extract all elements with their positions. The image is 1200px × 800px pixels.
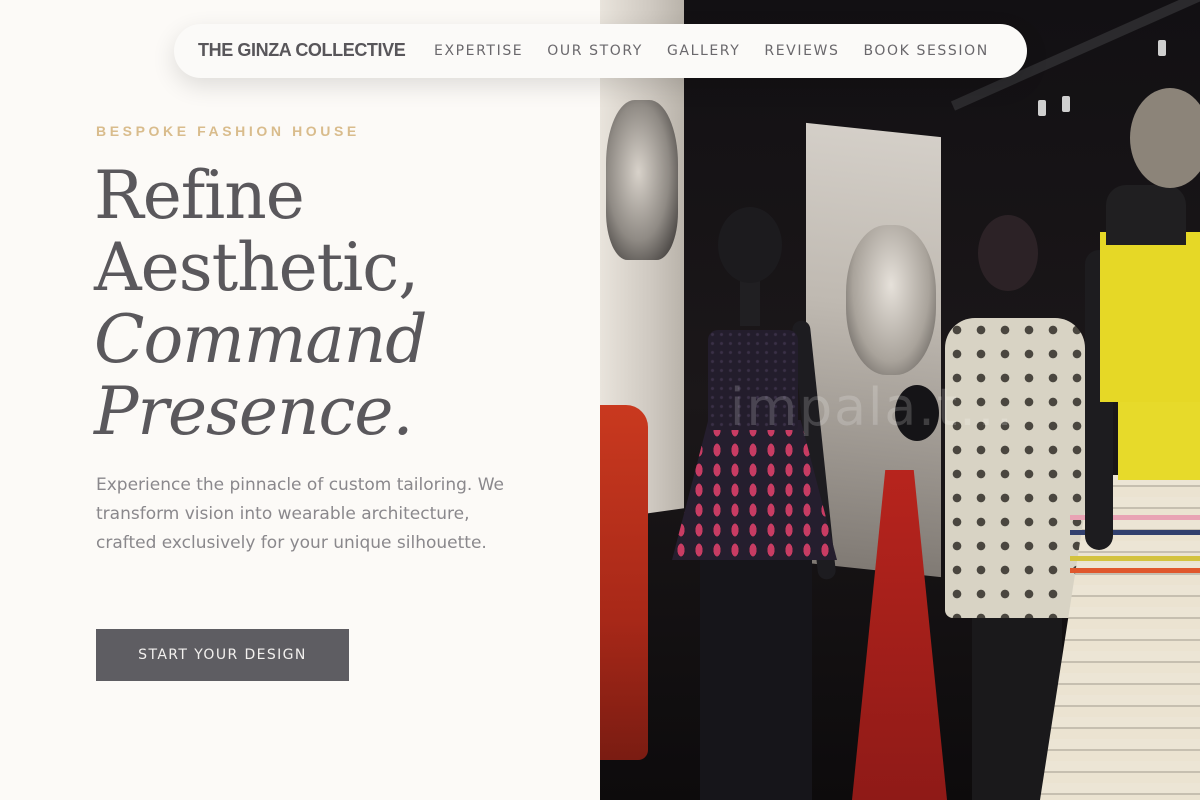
photo-mannequin-neck (740, 276, 760, 326)
photo-yellow-waist (1118, 400, 1200, 480)
photo-textured-jacket (945, 318, 1085, 618)
nav-link-gallery[interactable]: GALLERY (667, 43, 740, 59)
photo-yellow-top (1100, 232, 1200, 402)
photo-mannequin-head (1130, 88, 1200, 188)
hero-photo: impala.t... (600, 0, 1200, 800)
photo-spotlight (1062, 96, 1070, 112)
photo-mannequin-head (978, 215, 1038, 291)
main-nav: THE GINZA COLLECTIVE EXPERTISE OUR STORY… (174, 24, 1027, 78)
start-design-button[interactable]: START YOUR DESIGN (96, 629, 349, 681)
hero-description: Experience the pinnacle of custom tailor… (96, 475, 505, 553)
photo-skirt-stripe (1070, 568, 1200, 573)
hero-eyebrow: BESPOKE FASHION HOUSE (96, 123, 360, 139)
hero-headline: Refine Aesthetic, Command Presence. (94, 157, 428, 450)
photo-red-dress (600, 405, 648, 760)
photo-portrait-center (846, 225, 936, 375)
nav-link-book-session[interactable]: BOOK SESSION (863, 43, 988, 59)
photo-mannequin-torso (1106, 185, 1186, 245)
nav-link-expertise[interactable]: EXPERTISE (434, 43, 523, 59)
brand-logo[interactable]: THE GINZA COLLECTIVE (198, 40, 406, 61)
nav-link-reviews[interactable]: REVIEWS (764, 43, 839, 59)
photo-mannequin-trousers (700, 560, 812, 800)
nav-links: EXPERTISE OUR STORY GALLERY REVIEWS BOOK… (434, 43, 989, 59)
photo-spotlight (1038, 100, 1046, 116)
nav-link-our-story[interactable]: OUR STORY (547, 43, 643, 59)
photo-spotlight (1158, 40, 1166, 56)
headline-line-4: Presence. (94, 373, 413, 450)
photo-watermark: impala.t... (730, 378, 1015, 438)
hero-content: BESPOKE FASHION HOUSE Refine Aesthetic, … (0, 0, 600, 800)
photo-portrait-left (606, 100, 678, 260)
headline-line-2: Aesthetic, (94, 229, 419, 306)
photo-mannequin-head (718, 207, 782, 283)
headline-line-1: Refine (94, 157, 305, 234)
headline-line-3: Command (94, 301, 428, 378)
photo-skirt-stripe (1070, 556, 1200, 561)
